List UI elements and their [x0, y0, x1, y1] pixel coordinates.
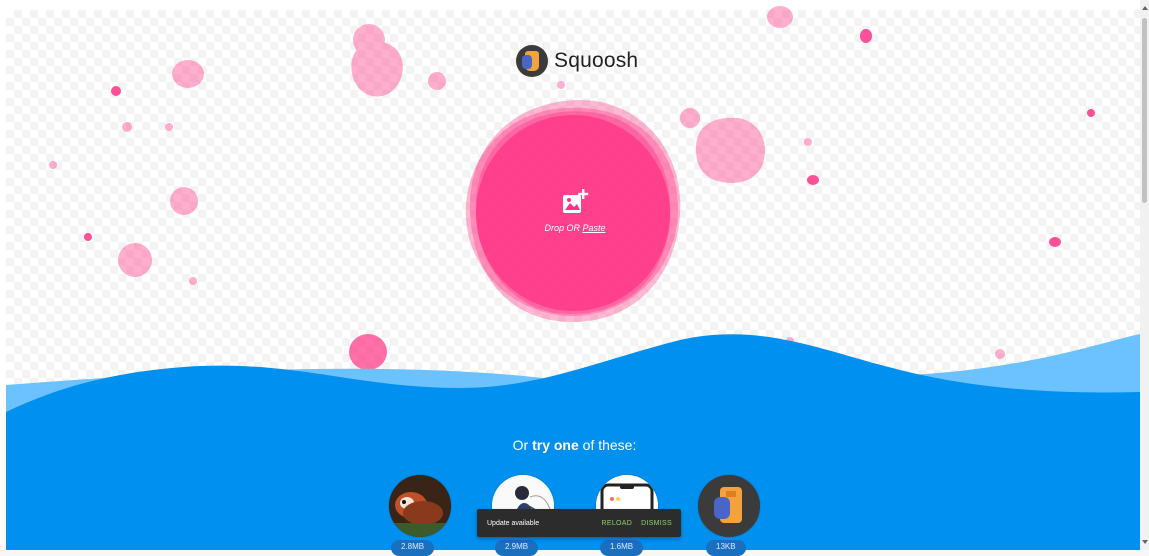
- blob: [118, 243, 152, 277]
- add-image-icon: [563, 189, 589, 213]
- blob: [557, 81, 565, 89]
- dismiss-button[interactable]: DISMISS: [641, 520, 672, 527]
- blob: [111, 86, 121, 96]
- demo-size-badge: 2.8MB: [391, 540, 435, 556]
- blob: [189, 277, 197, 285]
- red-panda-image: [389, 475, 451, 537]
- app-logo[interactable]: Squoosh: [516, 44, 638, 78]
- scroll-up-icon[interactable]: [1142, 6, 1148, 10]
- paste-link[interactable]: Paste: [583, 223, 606, 233]
- squoosh-logo-icon: [516, 45, 548, 77]
- demo-red-panda[interactable]: [389, 475, 451, 537]
- scroll-down-icon[interactable]: [1142, 540, 1148, 544]
- blob: [84, 233, 92, 241]
- blob: [860, 29, 872, 43]
- blob: [807, 175, 819, 185]
- blob: [1087, 109, 1095, 117]
- scrollbar-thumb[interactable]: [1142, 18, 1147, 203]
- blob: [1049, 237, 1061, 247]
- blob: [696, 117, 765, 183]
- blob: [170, 187, 198, 215]
- blob: [767, 6, 793, 28]
- intro-bold: try one: [532, 437, 579, 453]
- blob: [680, 108, 700, 128]
- reload-button[interactable]: RELOAD: [602, 520, 633, 527]
- snackbar-message: Update available: [487, 519, 540, 527]
- demo-size-badge: 13KB: [706, 540, 746, 556]
- blob: [172, 60, 204, 88]
- demo-squoosh-logo[interactable]: [698, 475, 760, 537]
- blob: [995, 349, 1005, 359]
- drop-instructions: Drop OR Paste: [544, 223, 605, 233]
- demo-intro: Or try one of these:: [0, 437, 1149, 453]
- demo-size-badge: 2.9MB: [495, 540, 539, 556]
- blob: [349, 334, 387, 370]
- intro-before: Or: [512, 437, 533, 453]
- update-snackbar: Update available RELOAD DISMISS: [477, 509, 681, 537]
- vertical-scrollbar[interactable]: [1140, 0, 1149, 550]
- drop-label: Drop OR: [544, 223, 583, 233]
- demo-size-badge: 1.6MB: [600, 540, 644, 556]
- blob: [49, 161, 57, 169]
- drop-zone[interactable]: Drop OR Paste: [475, 108, 675, 318]
- blob: [804, 138, 812, 146]
- blob: [122, 122, 132, 132]
- blob: [428, 72, 446, 90]
- blob: [165, 123, 173, 131]
- blob: [351, 41, 403, 97]
- app-title: Squoosh: [554, 49, 639, 72]
- intro-after: of these:: [578, 437, 637, 453]
- squoosh-logo-image: [698, 475, 760, 537]
